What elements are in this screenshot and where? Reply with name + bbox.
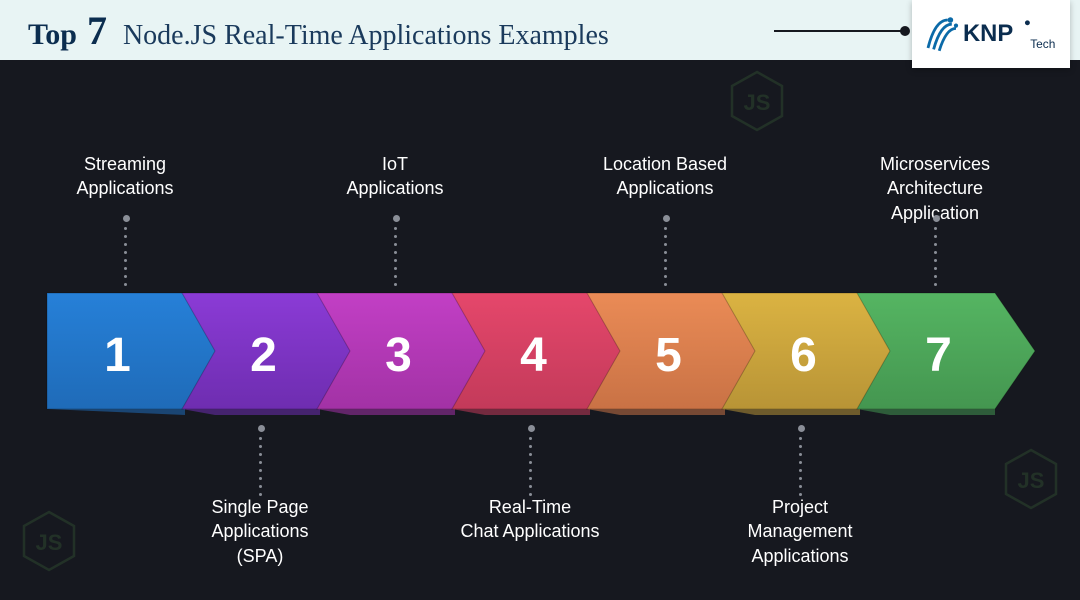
step-label-3: IoTApplications bbox=[305, 152, 485, 201]
step-label-4: Real-TimeChat Applications bbox=[440, 495, 620, 544]
step-number: 6 bbox=[720, 295, 865, 415]
header-bar: Top 7 Node.JS Real-Time Applications Exa… bbox=[0, 0, 1080, 60]
connector-dots bbox=[528, 425, 532, 495]
connector-dots bbox=[798, 425, 802, 495]
svg-text:KNP: KNP bbox=[963, 20, 1013, 47]
step-number: 1 bbox=[45, 295, 190, 415]
arrow-diagram: 1 2 3 4 bbox=[45, 295, 1045, 435]
step-label-5: Location BasedApplications bbox=[575, 152, 755, 201]
svg-text:JS: JS bbox=[744, 90, 771, 115]
svg-text:JS: JS bbox=[36, 530, 63, 555]
nodejs-hex-icon: JS bbox=[730, 70, 784, 132]
step-label-7: MicroservicesArchitecture Application bbox=[845, 152, 1025, 225]
connector-dots bbox=[663, 215, 667, 290]
brand-logo: KNP Tech bbox=[912, 0, 1070, 68]
connector-dots bbox=[393, 215, 397, 290]
connector-dots bbox=[933, 215, 937, 290]
svg-text:Tech: Tech bbox=[1030, 37, 1055, 51]
step-number: 5 bbox=[585, 295, 730, 415]
header-connector-line bbox=[774, 30, 904, 32]
step-number: 3 bbox=[315, 295, 460, 415]
step-label-2: Single PageApplications(SPA) bbox=[170, 495, 350, 568]
connector-dots bbox=[123, 215, 127, 290]
step-label-6: ProjectManagementApplications bbox=[710, 495, 890, 568]
arrow-step-7: 7 bbox=[855, 295, 1030, 415]
svg-text:JS: JS bbox=[1018, 468, 1045, 493]
step-label-1: StreamingApplications bbox=[35, 152, 215, 201]
nodejs-hex-icon: JS bbox=[22, 510, 76, 572]
nodejs-hex-icon: JS bbox=[1004, 448, 1058, 510]
page-title: Top 7 Node.JS Real-Time Applications Exa… bbox=[28, 7, 609, 54]
title-top: Top bbox=[28, 18, 77, 52]
step-number: 7 bbox=[855, 295, 1000, 415]
title-number: 7 bbox=[87, 7, 107, 54]
title-subtitle: Node.JS Real-Time Applications Examples bbox=[123, 20, 609, 52]
step-number: 4 bbox=[450, 295, 595, 415]
connector-dots bbox=[258, 425, 262, 495]
step-number: 2 bbox=[180, 295, 325, 415]
